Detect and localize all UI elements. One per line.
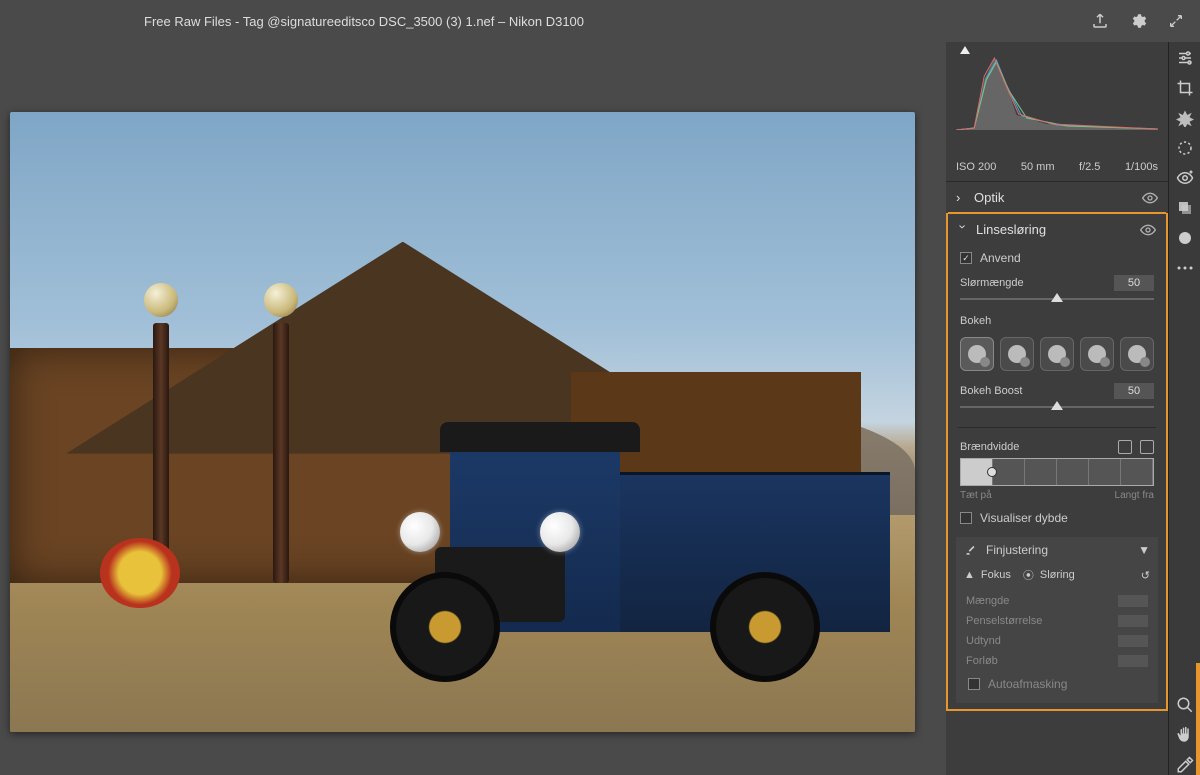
visualize-depth-row[interactable]: Visualiser dybde bbox=[948, 505, 1166, 531]
checkbox-checked-icon[interactable]: ✓ bbox=[960, 252, 972, 264]
eye-icon[interactable] bbox=[1140, 224, 1156, 236]
bokeh-option-1[interactable] bbox=[960, 337, 994, 371]
sliders-icon[interactable] bbox=[1175, 48, 1195, 68]
blur-amount-label: Slørmængde bbox=[960, 277, 1024, 289]
accent-indicator bbox=[1196, 663, 1200, 775]
apply-checkbox-row[interactable]: ✓ Anvend bbox=[948, 245, 1166, 271]
boost-input[interactable] bbox=[1114, 383, 1154, 399]
layers-icon[interactable] bbox=[1175, 198, 1195, 218]
bokeh-option-3[interactable] bbox=[1040, 337, 1074, 371]
photo-preview bbox=[10, 112, 915, 732]
document-title: Free Raw Files - Tag @signatureeditsco D… bbox=[144, 14, 584, 29]
fine-tuning-panel: Finjustering ▼ ▲ Fokus ⦿ Sløring ↺ bbox=[956, 537, 1158, 703]
automask-label: Autoafmasking bbox=[988, 677, 1067, 691]
focus-tool[interactable]: ▲ Fokus bbox=[964, 569, 1011, 581]
amount-field[interactable] bbox=[1118, 595, 1148, 607]
feather-field[interactable] bbox=[1118, 635, 1148, 647]
checkbox-unchecked-icon[interactable] bbox=[960, 512, 972, 524]
triangle-down-icon: ▼ bbox=[1138, 543, 1150, 557]
blur-amount-input[interactable] bbox=[1114, 275, 1154, 291]
export-icon[interactable] bbox=[1090, 11, 1110, 31]
fine-tuning-label: Finjustering bbox=[986, 543, 1048, 557]
more-icon[interactable] bbox=[1175, 258, 1195, 278]
histogram[interactable] bbox=[946, 42, 1168, 157]
zoom-icon[interactable] bbox=[1175, 695, 1195, 715]
exif-shutter: 1/100s bbox=[1125, 161, 1158, 173]
exif-iso: ISO 200 bbox=[956, 161, 996, 173]
eye-plus-icon[interactable] bbox=[1175, 168, 1195, 188]
circle-dashed-icon[interactable] bbox=[1175, 138, 1195, 158]
visualize-label: Visualiser dybde bbox=[980, 511, 1068, 525]
bokeh-option-4[interactable] bbox=[1080, 337, 1114, 371]
image-canvas[interactable] bbox=[0, 42, 946, 775]
bokeh-options bbox=[948, 333, 1166, 379]
boost-label: Bokeh Boost bbox=[960, 385, 1022, 397]
fine-tuning-header[interactable]: Finjustering ▼ bbox=[956, 537, 1158, 563]
eyedropper-icon[interactable] bbox=[1175, 755, 1195, 775]
edit-panel: ISO 200 50 mm f/2.5 1/100s › Optik › Lin… bbox=[946, 42, 1168, 775]
section-optics[interactable]: › Optik bbox=[946, 182, 1168, 213]
amount-label: Mængde bbox=[966, 595, 1009, 607]
bokeh-option-5[interactable] bbox=[1120, 337, 1154, 371]
exif-focal: 50 mm bbox=[1021, 161, 1055, 173]
exif-row: ISO 200 50 mm f/2.5 1/100s bbox=[946, 157, 1168, 181]
focus-target-icon[interactable] bbox=[1140, 440, 1154, 454]
drop-icon: ⦿ bbox=[1023, 567, 1034, 583]
eye-icon[interactable] bbox=[1142, 192, 1158, 204]
undo-icon[interactable]: ↺ bbox=[1141, 569, 1150, 582]
circle-filled-icon[interactable] bbox=[1175, 228, 1195, 248]
subject-pick-icon[interactable] bbox=[1118, 440, 1132, 454]
blur-tool[interactable]: ⦿ Sløring bbox=[1023, 567, 1075, 583]
brush-icon bbox=[964, 543, 978, 557]
feather-label: Udtynd bbox=[966, 635, 1001, 647]
bokeh-option-2[interactable] bbox=[1000, 337, 1034, 371]
title-bar: Free Raw Files - Tag @signatureeditsco D… bbox=[0, 0, 1200, 42]
bokeh-label: Bokeh bbox=[948, 311, 1166, 333]
section-lensblur-label: Linsesløring bbox=[976, 222, 1046, 237]
hand-icon[interactable] bbox=[1175, 725, 1195, 745]
focal-label: Brændvidde bbox=[960, 441, 1019, 453]
flow-label: Forløb bbox=[966, 655, 998, 667]
crop-icon[interactable] bbox=[1175, 78, 1195, 98]
section-lensblur[interactable]: › Linsesløring bbox=[948, 212, 1166, 245]
brush-size-field[interactable] bbox=[1118, 615, 1148, 627]
apply-label: Anvend bbox=[980, 251, 1021, 265]
focal-near-label: Tæt på bbox=[960, 490, 992, 501]
gear-icon[interactable] bbox=[1128, 11, 1148, 31]
focus-label: Fokus bbox=[981, 569, 1011, 581]
boost-slider[interactable] bbox=[960, 401, 1154, 413]
checkbox-unchecked-icon[interactable] bbox=[968, 678, 980, 690]
focal-range-strip[interactable] bbox=[960, 458, 1154, 486]
chevron-right-icon: › bbox=[956, 190, 966, 205]
blur-label: Sløring bbox=[1040, 569, 1075, 581]
flow-field[interactable] bbox=[1118, 655, 1148, 667]
section-optics-label: Optik bbox=[974, 190, 1004, 205]
fullscreen-icon[interactable] bbox=[1166, 11, 1186, 31]
heal-icon[interactable] bbox=[1175, 108, 1195, 128]
blur-amount-slider[interactable] bbox=[960, 293, 1154, 305]
focal-far-label: Langt fra bbox=[1115, 490, 1154, 501]
chevron-down-icon: › bbox=[956, 225, 971, 235]
exif-aperture: f/2.5 bbox=[1079, 161, 1100, 173]
focus-up-icon: ▲ bbox=[964, 569, 975, 581]
automask-row[interactable]: Autoafmasking bbox=[956, 671, 1158, 697]
brush-size-label: Penselstørrelse bbox=[966, 615, 1042, 627]
right-toolbar bbox=[1168, 42, 1200, 775]
